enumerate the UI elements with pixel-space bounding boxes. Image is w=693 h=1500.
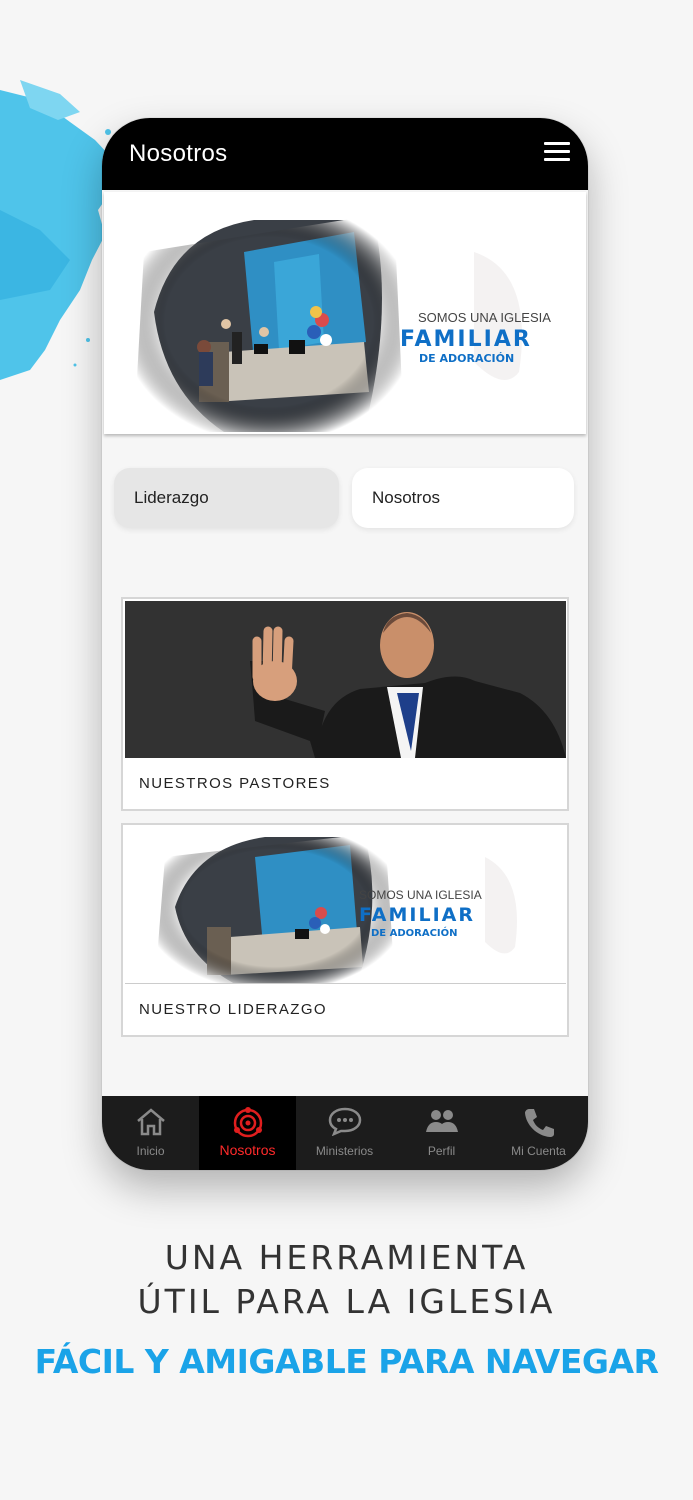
- chat-icon: [328, 1107, 361, 1136]
- church-banner-image: SOMOS UNA IGLESIA FAMILIAR DE ADORACIÓN: [125, 827, 566, 984]
- app-header: Nosotros: [102, 118, 588, 190]
- tab-mi-cuenta[interactable]: Mi Cuenta: [490, 1096, 587, 1170]
- segment-nosotros[interactable]: Nosotros: [352, 468, 574, 528]
- tab-label: Mi Cuenta: [511, 1144, 566, 1158]
- phone-mockup: Nosotros SOMOS UNA IGLESIA FAMILIAR DE A…: [102, 118, 588, 1170]
- menu-icon[interactable]: [544, 142, 570, 164]
- phone-icon: [524, 1109, 554, 1137]
- segment-nosotros-label: Nosotros: [372, 488, 441, 507]
- tab-ministerios[interactable]: Ministerios: [296, 1096, 393, 1170]
- banner-line3: DE ADORACIÓN: [371, 926, 458, 939]
- tagline-highlight: FÁCIL Y AMIGABLE PARA NAVEGAR: [34, 1342, 659, 1381]
- bottom-tab-bar: Inicio Nosotros Ministerios Perfil Mi Cu…: [102, 1096, 588, 1170]
- tab-label: Inicio: [136, 1144, 165, 1158]
- hero-line2: FAMILIAR: [400, 327, 532, 352]
- tab-nosotros[interactable]: Nosotros: [199, 1096, 296, 1170]
- people-icon: [425, 1110, 458, 1132]
- tab-label: Nosotros: [219, 1142, 276, 1158]
- segment-liderazgo-label: Liderazgo: [134, 488, 209, 507]
- banner-line2: FAMILIAR: [359, 904, 475, 926]
- tab-inicio[interactable]: Inicio: [102, 1096, 199, 1170]
- card-caption: NUESTROS PASTORES: [139, 775, 331, 792]
- home-icon: [136, 1108, 165, 1136]
- segment-liderazgo[interactable]: Liderazgo: [114, 468, 339, 528]
- church-stage-photo: SOMOS UNA IGLESIA FAMILIAR DE ADORACIÓN: [134, 212, 551, 432]
- tab-label: Ministerios: [315, 1144, 374, 1158]
- hero-line1: SOMOS UNA IGLESIA: [418, 310, 551, 325]
- hero-line3: DE ADORACIÓN: [419, 352, 514, 365]
- card-nuestros-pastores[interactable]: NUESTROS PASTORES: [121, 597, 569, 811]
- target-icon: [233, 1107, 262, 1138]
- banner-line1: SOMOS UNA IGLESIA: [359, 888, 482, 902]
- tab-perfil[interactable]: Perfil: [393, 1096, 490, 1170]
- tagline-line2: ÚTIL PARA LA IGLESIA: [137, 1282, 556, 1321]
- page-title: Nosotros: [129, 140, 228, 167]
- tagline-line1: UNA HERRAMIENTA: [164, 1238, 529, 1277]
- hero-banner: SOMOS UNA IGLESIA FAMILIAR DE ADORACIÓN: [104, 192, 586, 434]
- pastor-photo: [125, 601, 566, 758]
- card-caption: NUESTRO LIDERAZGO: [139, 1001, 327, 1018]
- card-nuestro-liderazgo[interactable]: SOMOS UNA IGLESIA FAMILIAR DE ADORACIÓN …: [121, 823, 569, 1037]
- tab-label: Perfil: [427, 1144, 456, 1158]
